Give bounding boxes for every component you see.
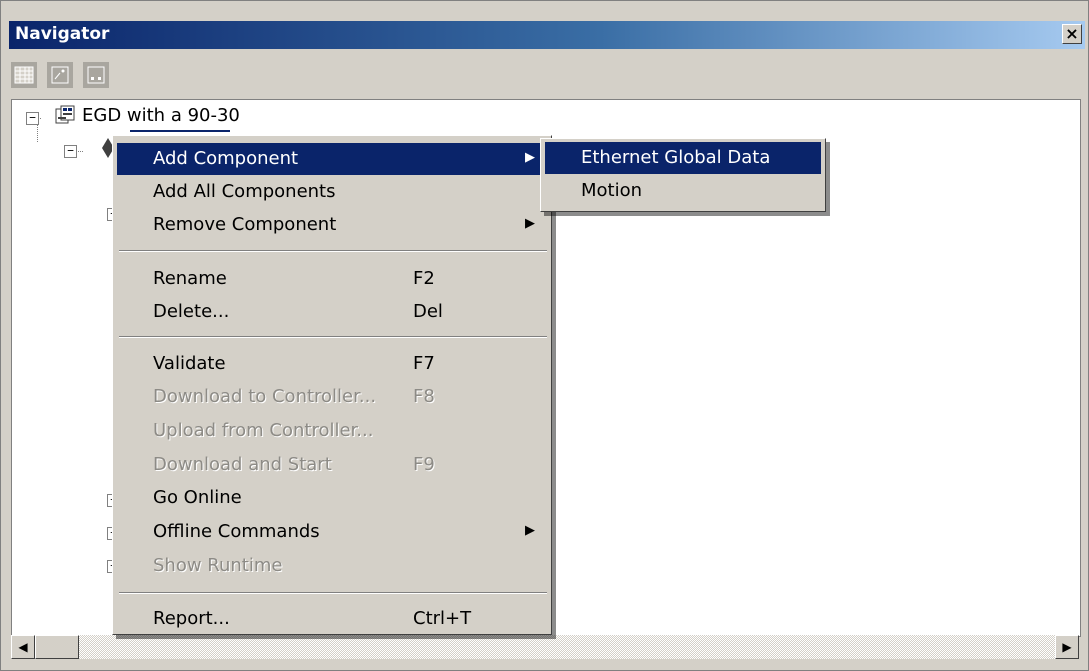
menu-item-report[interactable]: Report... Ctrl+T [117, 603, 547, 635]
menu-item-download-to-controller[interactable]: Download to Controller... F8 [117, 381, 547, 413]
menu-item-remove-component[interactable]: Remove Component ▶ [117, 209, 547, 241]
menu-item-label: Remove Component [153, 214, 337, 235]
menu-item-label: Upload from Controller... [153, 420, 374, 441]
selected-node-underline [130, 130, 230, 132]
menu-item-shortcut: F7 [413, 353, 435, 374]
submenu-arrow-icon: ▶ [525, 216, 535, 231]
submenu-arrow-icon: ▶ [525, 150, 535, 165]
menu-item-label: Go Online [153, 487, 242, 508]
menu-separator [119, 250, 547, 252]
menu-item-upload-from-controller[interactable]: Upload from Controller... [117, 415, 547, 447]
menu-item-label: Report... [153, 608, 230, 629]
scroll-left-button[interactable]: ◀ [11, 635, 35, 659]
toolbar [9, 53, 1085, 97]
menu-item-label: Show Runtime [153, 555, 283, 576]
root-node-icon [54, 105, 76, 132]
submenu-item-ethernet-global-data[interactable]: Ethernet Global Data [545, 142, 821, 174]
horizontal-scrollbar[interactable]: ◀ ▶ [11, 635, 1079, 659]
menu-item-label: Download and Start [153, 454, 332, 475]
submenu-item-motion[interactable]: Motion [545, 175, 821, 207]
menu-item-label: Validate [153, 353, 226, 374]
tree-root-label[interactable]: EGD with a 90-30 [82, 105, 240, 126]
submenu-arrow-icon: ▶ [525, 523, 535, 538]
menu-item-offline-commands[interactable]: Offline Commands ▶ [117, 516, 547, 548]
menu-item-shortcut: Ctrl+T [413, 608, 472, 629]
menu-item-shortcut: Del [413, 301, 443, 322]
properties-icon[interactable] [47, 62, 73, 88]
tree-connector [37, 122, 38, 142]
menu-item-add-all-components[interactable]: Add All Components [117, 176, 547, 208]
menu-item-show-runtime[interactable]: Show Runtime [117, 550, 547, 582]
menu-item-label: Rename [153, 268, 227, 289]
menu-item-rename[interactable]: Rename F2 [117, 263, 547, 295]
menu-item-label: Download to Controller... [153, 386, 377, 407]
root-collapse-toggle[interactable]: − [26, 112, 39, 125]
menu-separator [119, 336, 547, 338]
window-title: Navigator [15, 24, 110, 44]
menu-item-delete[interactable]: Delete... Del [117, 296, 547, 328]
grid-view-icon[interactable] [11, 62, 37, 88]
menu-item-label: Offline Commands [153, 521, 320, 542]
menu-item-shortcut: F9 [413, 454, 435, 475]
context-menu: Add Component ▶ Add All Components Remov… [112, 135, 552, 635]
title-bar: Navigator × [9, 21, 1085, 49]
menu-item-label: Add Component [153, 148, 299, 169]
scroll-right-button[interactable]: ▶ [1055, 635, 1079, 659]
scroll-thumb[interactable] [35, 635, 79, 659]
menu-item-download-and-start[interactable]: Download and Start F9 [117, 449, 547, 481]
menu-item-label: Ethernet Global Data [581, 147, 771, 168]
menu-item-shortcut: F2 [413, 268, 435, 289]
menu-item-label: Motion [581, 180, 643, 201]
target-collapse-toggle[interactable]: − [64, 145, 77, 158]
close-button[interactable]: × [1062, 24, 1082, 44]
menu-item-label: Add All Components [153, 181, 336, 202]
menu-separator [119, 592, 547, 594]
add-component-submenu: Ethernet Global Data Motion [540, 138, 826, 212]
menu-item-go-online[interactable]: Go Online [117, 482, 547, 514]
menu-item-add-component[interactable]: Add Component ▶ [117, 143, 547, 175]
menu-item-label: Delete... [153, 301, 230, 322]
frame-view-icon[interactable] [83, 62, 109, 88]
menu-item-validate[interactable]: Validate F7 [117, 348, 547, 380]
menu-item-shortcut: F8 [413, 386, 435, 407]
